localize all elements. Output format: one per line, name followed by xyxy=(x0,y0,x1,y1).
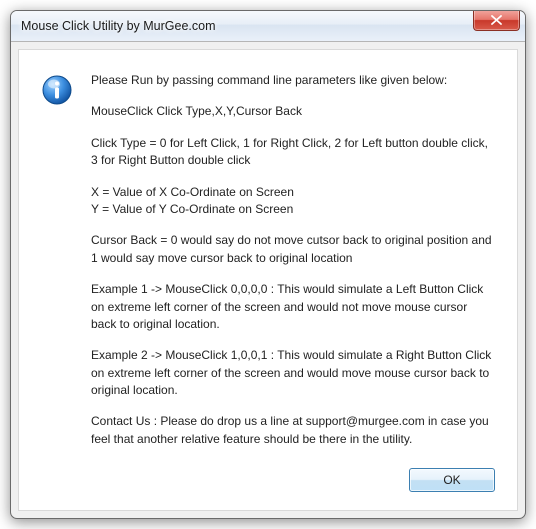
ok-button[interactable]: OK xyxy=(409,468,495,492)
msg-click-type: Click Type = 0 for Left Click, 1 for Rig… xyxy=(91,135,495,170)
msg-cursor-back: Cursor Back = 0 would say do not move cu… xyxy=(91,232,495,267)
content-area: Please Run by passing command line param… xyxy=(41,72,495,448)
msg-example1: Example 1 -> MouseClick 0,0,0,0 : This w… xyxy=(91,281,495,333)
close-icon xyxy=(491,15,502,25)
msg-contact: Contact Us : Please do drop us a line at… xyxy=(91,413,495,448)
msg-syntax: MouseClick Click Type,X,Y,Cursor Back xyxy=(91,103,495,120)
msg-intro: Please Run by passing command line param… xyxy=(91,72,495,89)
dialog-body: Please Run by passing command line param… xyxy=(18,49,518,511)
msg-example2: Example 2 -> MouseClick 1,0,0,1 : This w… xyxy=(91,347,495,399)
close-button[interactable] xyxy=(473,10,520,31)
msg-x: X = Value of X Co-Ordinate on Screen xyxy=(91,184,495,201)
button-row: OK xyxy=(41,468,495,492)
info-icon xyxy=(41,74,73,106)
msg-y: Y = Value of Y Co-Ordinate on Screen xyxy=(91,201,495,218)
window-title: Mouse Click Utility by MurGee.com xyxy=(21,19,216,33)
message-text: Please Run by passing command line param… xyxy=(91,72,495,448)
dialog-window: Mouse Click Utility by MurGee.com xyxy=(10,10,526,519)
titlebar[interactable]: Mouse Click Utility by MurGee.com xyxy=(11,11,525,42)
